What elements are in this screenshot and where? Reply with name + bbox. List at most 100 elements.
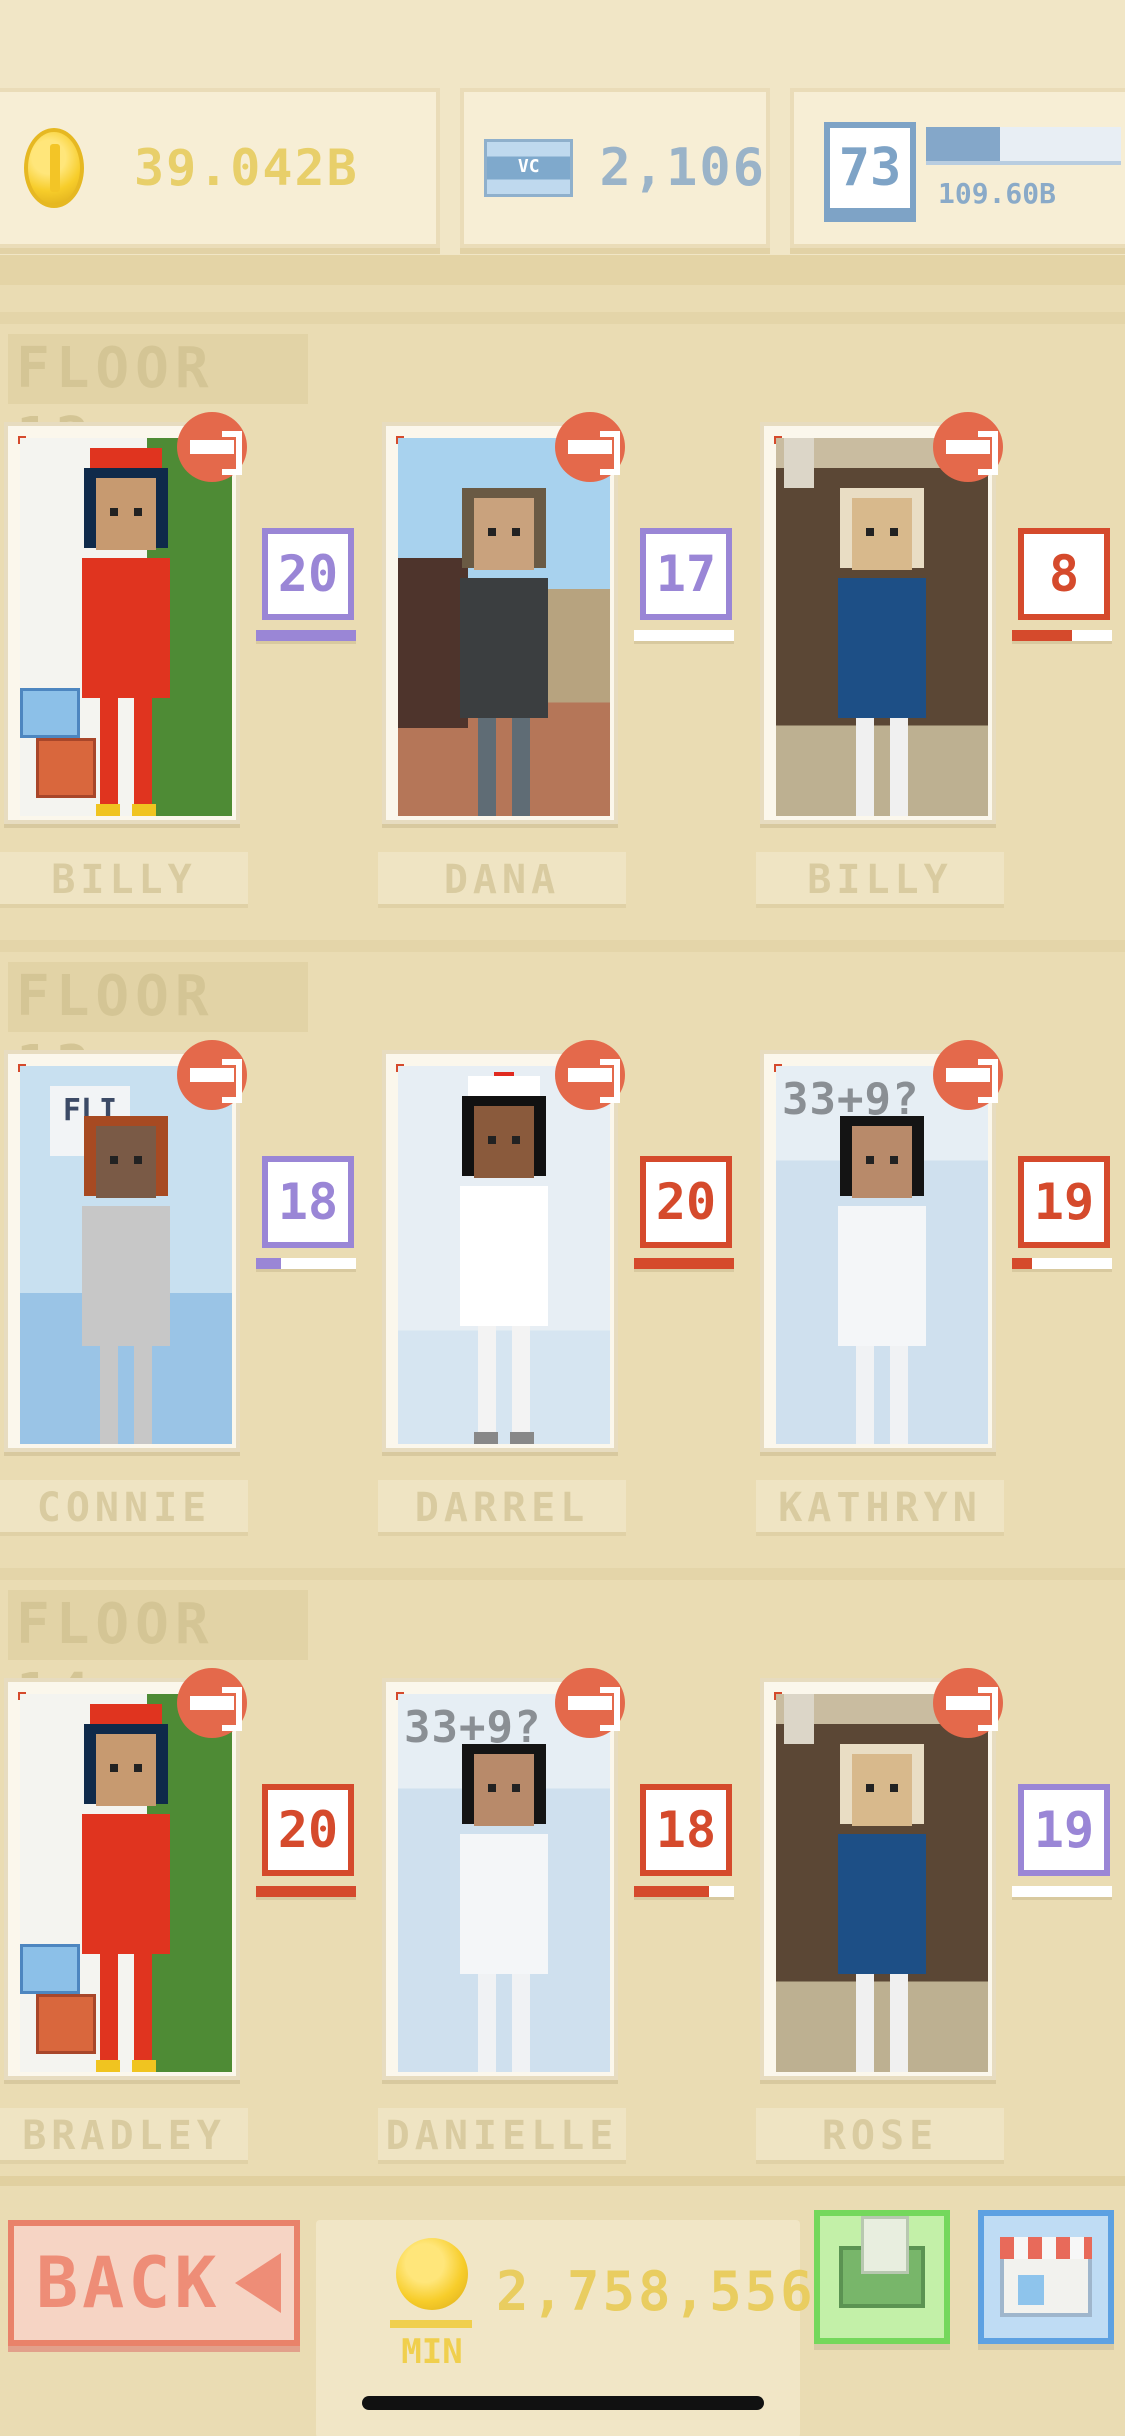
office-sign [784,1694,814,1744]
leg [100,1346,118,1444]
resident-card[interactable]: FLI [4,1050,240,1452]
back-button[interactable]: BACK [8,2220,300,2346]
wrench-button[interactable] [555,1040,625,1110]
player-level-badge: 73 [824,122,916,214]
vc-balance: 2,106 [599,138,766,198]
resident-progress-bar [1012,630,1112,644]
eye [134,508,142,516]
resident-progress-fill [1012,630,1072,641]
eye [110,508,118,516]
wrench-icon [190,431,242,475]
resident-level-badge: 20 [262,1784,354,1876]
resident-progress-fill [634,1258,734,1269]
eye [890,1784,898,1792]
floor-divider [0,1568,1125,1580]
resident-progress-bar [634,630,734,644]
torso [82,558,170,698]
wrench-button[interactable] [177,412,247,482]
resident-slot[interactable]: 20 DARREL [378,1040,756,1570]
shoe [510,1432,534,1444]
wrench-button[interactable] [933,1040,1003,1110]
wrench-button[interactable] [177,1668,247,1738]
coin-icon [396,2238,468,2310]
wrench-button[interactable] [555,412,625,482]
finance-icon [839,2216,925,2308]
wrench-button[interactable] [933,412,1003,482]
eye [866,1156,874,1164]
wrench-button[interactable] [177,1040,247,1110]
wrench-icon [190,1687,242,1731]
wrench-icon [946,1687,998,1731]
shoe [96,804,120,816]
per-divider [390,2320,472,2328]
resident-slot[interactable]: FLI 18 CONNIE [0,1040,378,1570]
resident-slot[interactable]: 33+9? 19 KATHRYN [756,1040,1125,1570]
shoe [132,804,156,816]
head [852,1754,912,1826]
leg [512,718,530,816]
resident-progress-fill [256,1886,356,1897]
resident-level-badge: 19 [1018,1784,1110,1876]
eye [866,528,874,536]
resident-name: BILLY [756,852,1004,908]
resident-scene: 33+9? [776,1066,988,1444]
resident-card[interactable] [4,1678,240,2080]
head [474,1754,534,1826]
floor-label: FLOOR 13 [8,962,308,1099]
vc-balance-panel: VC 2,106 [460,88,770,248]
resident-slot[interactable]: 8 BILLY [756,412,1125,942]
torso [460,1834,548,1974]
shoe [132,2060,156,2072]
torso [460,578,548,718]
floor-section: FLOOR 13FLI 18 CONNIE 20 DARREL 33+9? 19 KATHRY… [0,940,1125,1560]
top-status-bar: 39.042B VC 2,106 73 109.60B [0,0,1125,285]
floor-label: FLOOR 14 [8,1590,308,1727]
eye [488,1784,496,1792]
resident-card[interactable] [382,1050,618,1452]
resident-card[interactable]: 33+9? [760,1050,996,1452]
shoe [96,2060,120,2072]
resident-level-badge: 20 [262,528,354,620]
resident-slot[interactable]: 20 BRADLEY [0,1668,378,2198]
coin-balance: 39.042B [134,139,359,197]
resident-scene [20,438,232,816]
shoe [474,1432,498,1444]
resident-name: DANA [378,852,626,908]
gift-box [36,738,96,798]
resident-slot[interactable]: 17 DANA [378,412,756,942]
leg [890,1974,908,2072]
resident-card[interactable] [760,422,996,824]
finance-button[interactable] [814,2210,950,2344]
resident-card[interactable] [4,422,240,824]
resident-level-badge: 18 [262,1156,354,1248]
leg [856,1346,874,1444]
resident-name: DANIELLE [378,2108,626,2164]
head [852,1126,912,1198]
shop-button[interactable] [978,2210,1114,2344]
resident-progress-bar [634,1258,734,1272]
resident-card[interactable]: 33+9? [382,1678,618,2080]
resident-scene [776,438,988,816]
resident-card[interactable] [760,1678,996,2080]
wrench-button[interactable] [933,1668,1003,1738]
resident-scene [20,1694,232,2072]
resident-name: ROSE [756,2108,1004,2164]
resident-slot[interactable]: 19 ROSE [756,1668,1125,2198]
resident-slot[interactable]: 20 BILLY [0,412,378,942]
xp-progress-bar [926,126,1121,165]
back-button-label: BACK [36,2242,221,2324]
resident-progress-bar [256,1258,356,1272]
torso [838,578,926,718]
floor-section: FLOOR 14 20 BRADLEY 33+9? 18 DANIELLE 19 ROSE [0,1568,1125,2188]
resident-slot[interactable]: 33+9? 18 DANIELLE [378,1668,756,2198]
office-sign [784,438,814,488]
resident-card[interactable] [382,422,618,824]
resident-scene: FLI [20,1066,232,1444]
wrench-icon [568,1059,620,1103]
wrench-button[interactable] [555,1668,625,1738]
eye [512,1784,520,1792]
resident-name: KATHRYN [756,1480,1004,1536]
leg [100,1954,118,2064]
eye [890,1156,898,1164]
level-panel[interactable]: 73 109.60B [790,88,1125,248]
